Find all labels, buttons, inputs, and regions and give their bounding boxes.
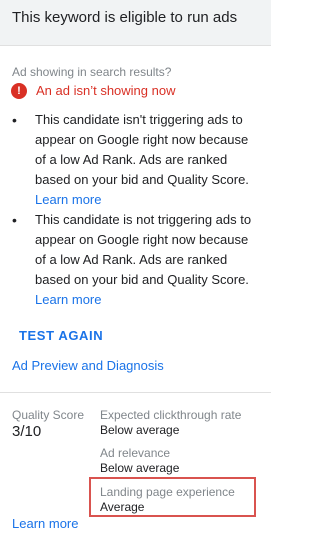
test-again-button[interactable]: TEST AGAIN: [19, 328, 103, 343]
divider: [0, 392, 271, 393]
metric-value: Below average: [100, 461, 180, 475]
learn-more-link[interactable]: Learn more: [35, 190, 262, 210]
reason-text: This candidate is not triggering ads to …: [35, 212, 252, 287]
metric-ad-relevance: Ad relevance Below average: [100, 446, 179, 476]
bullet: •: [12, 112, 17, 128]
panel-header: This keyword is eligible to run ads: [0, 0, 271, 46]
metric-value: Below average: [100, 423, 180, 437]
metric-label: Expected clickthrough rate: [100, 408, 242, 422]
metric-label: Ad relevance: [100, 446, 171, 460]
learn-more-link[interactable]: Learn more: [12, 516, 78, 531]
quality-score-label: Quality Score: [12, 408, 85, 422]
status-text: An ad isn’t showing now: [36, 83, 176, 98]
panel-title: This keyword is eligible to run ads: [12, 9, 238, 26]
metric-ctr: Expected clickthrough rate Below average: [100, 408, 241, 438]
error-icon: !: [11, 83, 27, 99]
reason-text: This candidate isn't triggering ads to a…: [35, 112, 249, 187]
status-label: Ad showing in search results?: [12, 65, 172, 79]
reason-item: • This candidate is not triggering ads t…: [12, 210, 262, 310]
ad-preview-link[interactable]: Ad Preview and Diagnosis: [12, 358, 164, 373]
highlight-box: [89, 477, 256, 517]
bullet: •: [12, 212, 17, 228]
learn-more-link[interactable]: Learn more: [35, 290, 262, 310]
quality-score-value: 3/10: [12, 423, 42, 440]
reason-item: • This candidate isn't triggering ads to…: [12, 110, 262, 210]
